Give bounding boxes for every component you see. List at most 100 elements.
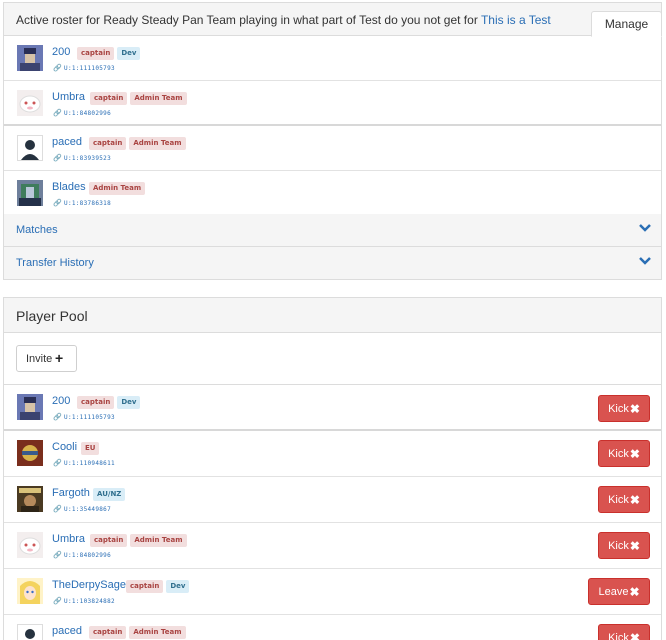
kick-button[interactable]: Kick ✖ bbox=[598, 624, 650, 640]
link-icon: 🔗 bbox=[53, 109, 63, 117]
avatar bbox=[17, 486, 43, 512]
link-icon: 🔗 bbox=[53, 64, 63, 72]
close-icon: ✖ bbox=[629, 446, 640, 461]
captain-badge: captain bbox=[126, 580, 164, 593]
steam-id: U:1:110948611 bbox=[64, 460, 115, 467]
player-name[interactable]: Cooli bbox=[52, 441, 77, 453]
tab-manage[interactable]: Manage bbox=[591, 11, 662, 37]
badge-group: AU/NZ bbox=[93, 488, 126, 501]
player-name[interactable]: Blades bbox=[52, 181, 86, 193]
steam-id: U:1:83786318 bbox=[64, 200, 111, 207]
roster-row: 200 captain Dev 🔗 U:1:111105793 bbox=[4, 36, 661, 81]
steam-id-link[interactable]: 🔗 U:1:83786318 bbox=[53, 199, 111, 207]
pool-row: TheDerpySage captain Dev 🔗 U:1:103824882 … bbox=[4, 569, 661, 615]
link-icon: 🔗 bbox=[53, 199, 63, 207]
captain-badge: captain bbox=[77, 47, 115, 60]
avatar bbox=[17, 135, 43, 161]
avatar bbox=[17, 45, 43, 71]
steam-id-link[interactable]: 🔗 U:1:111105793 bbox=[53, 64, 115, 72]
avatar bbox=[17, 578, 43, 604]
event-link[interactable]: This is a Test bbox=[481, 13, 551, 27]
admin-team-badge: Admin Team bbox=[130, 534, 187, 547]
pool-row: Cooli EU 🔗 U:1:110948611 Kick ✖ bbox=[4, 431, 661, 477]
steam-id: U:1:84802996 bbox=[64, 110, 111, 117]
pool-header: Player Pool bbox=[4, 298, 661, 333]
steam-id-link[interactable]: 🔗 U:1:111105793 bbox=[53, 413, 115, 421]
kick-label: Kick bbox=[608, 402, 629, 415]
link-icon: 🔗 bbox=[53, 551, 63, 559]
steam-id: U:1:111105793 bbox=[64, 65, 115, 72]
steam-id-link[interactable]: 🔗 U:1:110948611 bbox=[53, 459, 115, 467]
kick-button[interactable]: Kick ✖ bbox=[598, 440, 650, 467]
eu-badge: EU bbox=[81, 442, 100, 455]
link-icon: 🔗 bbox=[53, 413, 63, 421]
roster-header: Active roster for Ready Steady Pan Team … bbox=[4, 3, 661, 36]
kick-button[interactable]: Kick ✖ bbox=[598, 532, 650, 559]
player-name[interactable]: TheDerpySage bbox=[52, 579, 126, 591]
chevron-down-icon bbox=[639, 257, 651, 265]
captain-badge: captain bbox=[89, 137, 127, 150]
link-icon: 🔗 bbox=[53, 505, 63, 513]
kick-label: Kick bbox=[608, 493, 629, 506]
steam-id-link[interactable]: 🔗 U:1:103824882 bbox=[53, 597, 115, 605]
link-icon: 🔗 bbox=[53, 597, 63, 605]
link-icon: 🔗 bbox=[53, 459, 63, 467]
badge-group: captain Admin Team bbox=[90, 534, 187, 547]
avatar bbox=[17, 394, 43, 420]
avatar bbox=[17, 180, 43, 206]
matches-toggle[interactable]: Matches bbox=[4, 214, 661, 247]
badge-group: Admin Team bbox=[89, 182, 146, 195]
steam-id-link[interactable]: 🔗 U:1:83939523 bbox=[53, 154, 111, 162]
kick-label: Kick bbox=[608, 447, 629, 460]
captain-badge: captain bbox=[90, 92, 128, 105]
player-name[interactable]: paced bbox=[52, 136, 82, 148]
steam-id: U:1:35449867 bbox=[64, 506, 111, 513]
transfer-history-toggle[interactable]: Transfer History bbox=[4, 247, 661, 280]
badge-group: captain Admin Team bbox=[90, 92, 187, 105]
leave-label: Leave bbox=[598, 585, 629, 598]
admin-team-badge: Admin Team bbox=[129, 626, 186, 639]
steam-id-link[interactable]: 🔗 U:1:84802996 bbox=[53, 109, 111, 117]
captain-badge: captain bbox=[89, 626, 127, 639]
player-name[interactable]: Umbra bbox=[52, 533, 85, 545]
leave-button[interactable]: Leave ✖ bbox=[588, 578, 650, 605]
badge-group: captain Admin Team bbox=[89, 137, 186, 150]
player-name[interactable]: Fargoth bbox=[52, 487, 90, 499]
badge-group: captain Dev bbox=[77, 396, 141, 409]
steam-id-link[interactable]: 🔗 U:1:35449867 bbox=[53, 505, 111, 513]
kick-button[interactable]: Kick ✖ bbox=[598, 486, 650, 513]
admin-team-badge: Admin Team bbox=[129, 137, 186, 150]
roster-row: paced captain Admin Team 🔗 U:1:83939523 bbox=[4, 126, 661, 171]
player-name[interactable]: paced bbox=[52, 625, 82, 637]
player-name[interactable]: 200 bbox=[52, 395, 70, 407]
roster-title: Active roster for Ready Steady Pan Team … bbox=[16, 13, 551, 27]
invite-label: Invite bbox=[26, 353, 53, 365]
kick-label: Kick bbox=[608, 631, 629, 640]
avatar bbox=[17, 532, 43, 558]
invite-button[interactable]: Invite + bbox=[16, 345, 77, 372]
steam-id: U:1:111105793 bbox=[64, 414, 115, 421]
avatar bbox=[17, 440, 43, 466]
steam-id: U:1:84802996 bbox=[64, 552, 111, 559]
close-icon: ✖ bbox=[629, 584, 640, 599]
roster-title-text: Active roster for Ready Steady Pan Team … bbox=[16, 13, 478, 27]
pool-title: Player Pool bbox=[16, 308, 88, 324]
roster-row: Umbra captain Admin Team 🔗 U:1:84802996 bbox=[4, 81, 661, 126]
close-icon: ✖ bbox=[629, 538, 640, 553]
steam-id-link[interactable]: 🔗 U:1:84802996 bbox=[53, 551, 111, 559]
pool-row: paced captain Admin Team Kick ✖ bbox=[4, 615, 661, 640]
player-name[interactable]: 200 bbox=[52, 46, 70, 58]
region-badge: AU/NZ bbox=[93, 488, 126, 501]
dev-badge: Dev bbox=[117, 47, 141, 60]
player-name[interactable]: Umbra bbox=[52, 91, 85, 103]
kick-button[interactable]: Kick ✖ bbox=[598, 395, 650, 422]
admin-team-badge: Admin Team bbox=[130, 92, 187, 105]
player-pool-panel: Player Pool Invite + 200 captain Dev 🔗 U:… bbox=[3, 297, 662, 640]
pool-row: 200 captain Dev 🔗 U:1:111105793 Kick ✖ bbox=[4, 385, 661, 431]
plus-icon: + bbox=[55, 350, 64, 366]
link-icon: 🔗 bbox=[53, 154, 63, 162]
avatar bbox=[17, 90, 43, 116]
dev-badge: Dev bbox=[166, 580, 190, 593]
steam-id: U:1:103824882 bbox=[64, 598, 115, 605]
close-icon: ✖ bbox=[629, 630, 640, 640]
